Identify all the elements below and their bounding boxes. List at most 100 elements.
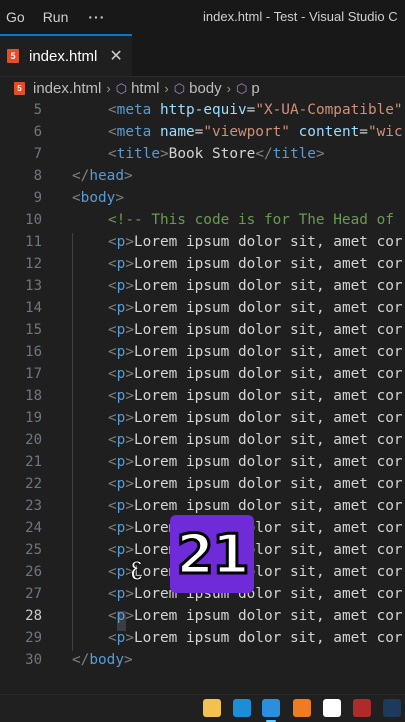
line-number: 18 <box>25 388 42 404</box>
code-text: <p>Lorem ipsum dolor sit, amet cor <box>108 498 403 514</box>
vscode-icon[interactable] <box>262 699 280 722</box>
code-text: <p>Lorem ipsum dolor sit, amet cor <box>108 586 403 602</box>
symbol-element-icon: ⬡ <box>115 80 128 96</box>
line-number: 16 <box>25 344 42 360</box>
window-title: index.html - Test - Visual Studio C <box>203 9 398 24</box>
code-line[interactable]: 16 <p>Lorem ipsum dolor sit, amet cor <box>0 341 405 363</box>
line-number: 6 <box>33 124 42 140</box>
tab-bar: 5 index.html ✕ <box>0 34 405 77</box>
code-line[interactable]: 29 <p>Lorem ipsum dolor sit, amet cor <box>0 627 405 649</box>
line-number: 13 <box>25 278 42 294</box>
code-text: <p>Lorem ipsum dolor sit, amet cor <box>108 432 403 448</box>
line-number: 22 <box>25 476 42 492</box>
breadcrumb-body[interactable]: body <box>189 80 222 97</box>
code-line[interactable]: 15 <p>Lorem ipsum dolor sit, amet cor <box>0 319 405 341</box>
taskbar <box>0 694 405 722</box>
code-text: <p>Lorem ipsum dolor sit, amet cor <box>108 278 403 294</box>
breadcrumb-file[interactable]: index.html <box>33 80 101 97</box>
code-text: <p>Lorem ipsum dolor sit, amet cor <box>108 410 403 426</box>
tab-label: index.html <box>29 47 98 65</box>
symbol-element-icon: ⬡ <box>173 80 186 96</box>
code-text: <meta name="viewport" content="wic <box>108 124 403 140</box>
line-number: 26 <box>25 564 42 580</box>
code-line[interactable]: 14 <p>Lorem ipsum dolor sit, amet cor <box>0 297 405 319</box>
line-number: 30 <box>25 652 42 668</box>
code-text: <!-- This code is for The Head of <box>108 212 394 228</box>
code-line[interactable]: 11 <p>Lorem ipsum dolor sit, amet cor <box>0 231 405 253</box>
line-number: 12 <box>25 256 42 272</box>
code-text: <body> <box>72 190 124 206</box>
code-text: <p>Lorem ipsum dolor sit, amet cor <box>108 366 403 382</box>
code-text: <p>Lorem ipsum dolor sit, amet cor <box>108 520 403 536</box>
tab-index-html[interactable]: 5 index.html ✕ <box>0 34 132 76</box>
code-line[interactable]: 6 <meta name="viewport" content="wic <box>0 121 405 143</box>
code-line[interactable]: 22 <p>Lorem ipsum dolor sit, amet cor <box>0 473 405 495</box>
code-text: <meta http-equiv="X-UA-Compatible" <box>108 102 403 118</box>
line-number: 15 <box>25 322 42 338</box>
chevron-right-icon: › <box>164 81 169 96</box>
notion-icon[interactable] <box>323 699 341 717</box>
code-line[interactable]: 9 <body> <box>0 187 405 209</box>
line-number: 14 <box>25 300 42 316</box>
photoshop-icon[interactable] <box>383 699 401 717</box>
line-number: 25 <box>25 542 42 558</box>
code-line[interactable]: 30 </body> <box>0 649 405 671</box>
code-text: </head> <box>72 168 133 184</box>
number-badge: 21 <box>170 515 254 593</box>
html5-file-icon: 5 <box>14 82 25 95</box>
line-number: 11 <box>25 234 42 250</box>
symbol-element-icon: ⬡ <box>236 80 248 96</box>
code-line[interactable]: 17 <p>Lorem ipsum dolor sit, amet cor <box>0 363 405 385</box>
more-menu-icon[interactable]: ··· <box>88 9 105 25</box>
code-text: <p>Lorem ipsum dolor sit, amet cor <box>108 454 403 470</box>
line-number: 8 <box>33 168 42 184</box>
menu-run[interactable]: Run <box>43 9 69 25</box>
code-line[interactable]: 10 <!-- This code is for The Head of <box>0 209 405 231</box>
code-text: <p>Lorem ipsum dolor sit, amet cor <box>108 234 403 250</box>
code-line[interactable]: 20 <p>Lorem ipsum dolor sit, amet cor <box>0 429 405 451</box>
code-line[interactable]: 12 <p>Lorem ipsum dolor sit, amet cor <box>0 253 405 275</box>
code-line[interactable]: 13 <p>Lorem ipsum dolor sit, amet cor <box>0 275 405 297</box>
code-text: <p>Lorem ipsum dolor sit, amet cor <box>108 256 403 272</box>
close-icon[interactable]: ✕ <box>109 46 122 66</box>
menu-go[interactable]: Go <box>6 9 25 25</box>
line-number: 21 <box>25 454 42 470</box>
code-line[interactable]: 21 <p>Lorem ipsum dolor sit, amet cor <box>0 451 405 473</box>
line-number: 9 <box>33 190 42 206</box>
code-text: <p>Lorem ipsum dolor sit, amet cor <box>108 322 403 338</box>
breadcrumb: 5 index.html › ⬡ html › ⬡ body › ⬡ p <box>0 77 405 100</box>
code-line[interactable]: 23 <p>Lorem ipsum dolor sit, amet cor <box>0 495 405 517</box>
breadcrumb-p[interactable]: p <box>251 80 259 97</box>
line-number: 28 <box>25 608 42 624</box>
code-line[interactable]: 5 <meta http-equiv="X-UA-Compatible" <box>0 100 405 121</box>
code-line[interactable]: 8 </head> <box>0 165 405 187</box>
line-number: 17 <box>25 366 42 382</box>
line-number: 19 <box>25 410 42 426</box>
code-line[interactable]: 19 <p>Lorem ipsum dolor sit, amet cor <box>0 407 405 429</box>
code-line[interactable]: 28 <p>Lorem ipsum dolor sit, amet cor <box>0 605 405 627</box>
chevron-right-icon: › <box>226 81 231 96</box>
app-orange-icon[interactable] <box>293 699 311 717</box>
code-line[interactable]: 7 <title>Book Store</title> <box>0 143 405 165</box>
breadcrumb-html[interactable]: html <box>131 80 159 97</box>
line-number: 23 <box>25 498 42 514</box>
code-text: <p>Lorem ipsum dolor sit, amet cor <box>108 300 403 316</box>
code-line[interactable]: 18 <p>Lorem ipsum dolor sit, amet cor <box>0 385 405 407</box>
code-text: <title>Book Store</title> <box>108 146 325 162</box>
html5-file-icon: 5 <box>7 49 19 63</box>
code-text: </body> <box>72 652 133 668</box>
edge-icon[interactable] <box>233 699 251 717</box>
code-text: <p>Lorem ipsum dolor sit, amet cor <box>108 476 403 492</box>
line-number: 20 <box>25 432 42 448</box>
badge-number: 21 <box>175 521 251 587</box>
file-explorer-icon[interactable] <box>203 699 221 717</box>
line-number: 7 <box>33 146 42 162</box>
overlay-glyph: ᦷ <box>131 557 142 585</box>
pinned-app-icon[interactable] <box>353 699 371 717</box>
code-text: <p>Lorem ipsum dolor sit, amet cor <box>108 608 403 624</box>
code-text: <p>Lorem ipsum dolor sit, amet cor <box>108 630 403 646</box>
code-text: <p>Lorem ipsum dolor sit, amet cor <box>108 388 403 404</box>
chevron-right-icon: › <box>106 81 111 96</box>
code-text: <p>Lorem ipsum dolor sit, amet cor <box>108 564 403 580</box>
line-number: 27 <box>25 586 42 602</box>
